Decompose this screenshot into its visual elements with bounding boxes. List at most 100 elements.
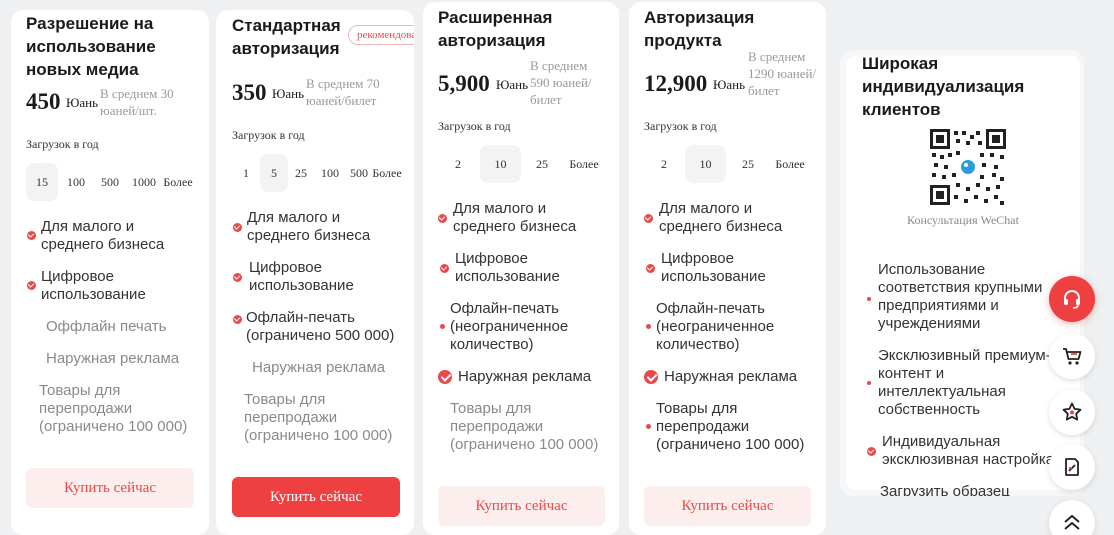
plan-card-custom: Широкая индивидуализация клиентов Консул…	[840, 50, 1084, 496]
download-option-100[interactable]: 100	[316, 154, 344, 192]
download-option-25[interactable]: 25	[736, 145, 760, 183]
buy-now-button[interactable]: Купить сейчас	[232, 477, 400, 517]
download-option-10[interactable]: 10	[685, 145, 726, 183]
check-icon	[233, 273, 242, 282]
feature-outdoor-ads: Наружная реклама	[252, 359, 386, 376]
download-option-10[interactable]: 10	[480, 145, 521, 183]
plan-price: 450	[26, 89, 61, 114]
bullet-icon	[646, 324, 651, 329]
feature-offline-print: Офлайн-печать (неограниченное количество…	[656, 300, 775, 353]
feature-offline-print: Офлайн-печать (неограниченное количество…	[450, 300, 569, 353]
downloads-label: Загрузок в год	[644, 119, 717, 133]
feature-outdoor-ads: Наружная реклама	[46, 350, 180, 367]
recommended-badge: рекомендовано	[348, 25, 414, 45]
check-icon	[867, 447, 876, 456]
plan-card-extended: Расширенная авторизация 5,900 Юань В сре…	[423, 2, 619, 535]
downloads-label: Загрузок в год	[26, 137, 99, 151]
download-option-more[interactable]: Более	[161, 163, 195, 201]
plan-title: Расширенная авторизация	[438, 8, 553, 50]
check-icon	[233, 223, 242, 232]
scroll-top-icon	[1064, 515, 1080, 530]
check-icon	[27, 231, 36, 240]
plan-average-price: В среднем 70 юаней/билет	[306, 76, 380, 108]
download-option-1[interactable]: 1	[236, 154, 256, 192]
feature-digital-use: Цифровое использование	[455, 250, 560, 285]
download-option-25[interactable]: 25	[530, 145, 554, 183]
cart-button[interactable]	[1049, 333, 1095, 379]
plan-average-price: В среднем 1290 юаней/билет	[748, 49, 817, 98]
headset-icon	[1064, 290, 1080, 309]
download-option-1000[interactable]: 1000	[128, 163, 160, 201]
check-icon	[646, 264, 655, 273]
download-option-2[interactable]: 2	[447, 145, 469, 183]
custom-card-inner: Широкая индивидуализация клиентов Консул…	[846, 54, 1080, 496]
feature-outdoor-ads: Наружная реклама	[458, 368, 592, 385]
cart-icon	[1063, 348, 1082, 365]
plan-card-standard: Стандартная авторизация рекомендовано 35…	[216, 10, 414, 535]
check-icon	[440, 264, 449, 273]
download-option-more[interactable]: Более	[772, 145, 808, 183]
feature-custom-setup: Индивидуальная эксклюзивная настройка	[882, 433, 1055, 468]
feature-small-business: Для малого и среднего бизнеса	[659, 200, 783, 235]
bullet-icon	[867, 297, 871, 301]
feature-resale-goods: Товары для перепродажи (ограничено 100 0…	[656, 400, 805, 453]
feature-offline-print: Офлайн-печать (ограничено 500 000)	[246, 309, 395, 344]
download-option-500[interactable]: 500	[95, 163, 125, 201]
plan-title: Разрешение на использование новых медиа	[26, 14, 156, 79]
check-icon	[27, 281, 36, 290]
download-option-5[interactable]: 5	[260, 154, 288, 192]
plan-price-unit: Юань	[496, 77, 529, 92]
plan-price: 12,900	[644, 71, 708, 96]
feature-resale-goods: Товары для перепродажи (ограничено 100 0…	[450, 400, 599, 453]
feature-digital-use: Цифровое использование	[41, 268, 146, 303]
download-option-more[interactable]: Более	[371, 154, 403, 192]
feature-offline-print: Оффлайн печать	[46, 318, 167, 335]
feature-small-business: Для малого и среднего бизнеса	[453, 200, 577, 235]
feature-digital-use: Цифровое использование	[661, 250, 766, 285]
buy-now-button[interactable]: Купить сейчас	[26, 468, 194, 508]
wechat-qr-code	[930, 129, 1006, 205]
edit-icon	[1065, 458, 1079, 476]
download-option-more[interactable]: Более	[566, 145, 602, 183]
plan-average-price: В среднем 30 юаней/шт.	[100, 86, 174, 118]
plan-title: Широкая индивидуализация клиентов	[862, 54, 1025, 119]
feature-small-business: Для малого и среднего бизнеса	[247, 209, 371, 244]
plan-price-unit: Юань	[66, 95, 99, 110]
plan-price: 350	[232, 80, 267, 105]
feature-resale-goods: Товары для перепродажи (ограничено 100 0…	[244, 391, 393, 444]
scroll-top-button[interactable]	[1049, 500, 1095, 535]
feedback-button[interactable]	[1049, 444, 1095, 490]
plan-card-new-media: Разрешение на использование новых медиа …	[11, 10, 209, 535]
download-option-25[interactable]: 25	[290, 154, 312, 192]
wechat-consult-caption: Консультация WeChat	[907, 213, 1019, 227]
download-option-2[interactable]: 2	[653, 145, 675, 183]
feature-enterprise-compliance: Использование соответствия крупными пред…	[878, 261, 1043, 332]
bullet-icon	[646, 424, 651, 429]
check-icon	[644, 370, 658, 384]
support-button[interactable]	[1049, 276, 1095, 322]
check-icon	[233, 315, 242, 324]
plan-card-product: Авторизация продукта 12,900 Юань В средн…	[629, 2, 826, 535]
downloads-label: Загрузок в год	[232, 128, 305, 142]
plan-title: Авторизация продукта	[644, 8, 755, 50]
bullet-icon	[440, 324, 445, 329]
plan-price: 5,900	[438, 71, 490, 96]
download-option-15[interactable]: 15	[26, 163, 58, 201]
feature-small-business: Для малого и среднего бизнеса	[41, 218, 165, 253]
feature-outdoor-ads: Наружная реклама	[664, 368, 798, 385]
download-option-500[interactable]: 500	[346, 154, 372, 192]
download-option-100[interactable]: 100	[62, 163, 90, 201]
feature-exclusive-premium: Эксклюзивный премиум-контент и интеллект…	[878, 347, 1051, 418]
check-icon	[438, 214, 447, 223]
feature-resale-goods: Товары для перепродажи (ограничено 100 0…	[39, 382, 188, 435]
favorites-button[interactable]	[1049, 389, 1095, 435]
star-icon	[1062, 402, 1082, 421]
check-icon	[438, 370, 452, 384]
plan-price-unit: Юань	[713, 77, 746, 92]
buy-now-button[interactable]: Купить сейчас	[644, 486, 811, 526]
check-icon	[644, 214, 653, 223]
upload-sample-link[interactable]: Загрузить образец	[880, 483, 1070, 496]
downloads-label: Загрузок в год	[438, 119, 511, 133]
buy-now-button[interactable]: Купить сейчас	[438, 486, 605, 526]
bullet-icon	[867, 381, 871, 385]
